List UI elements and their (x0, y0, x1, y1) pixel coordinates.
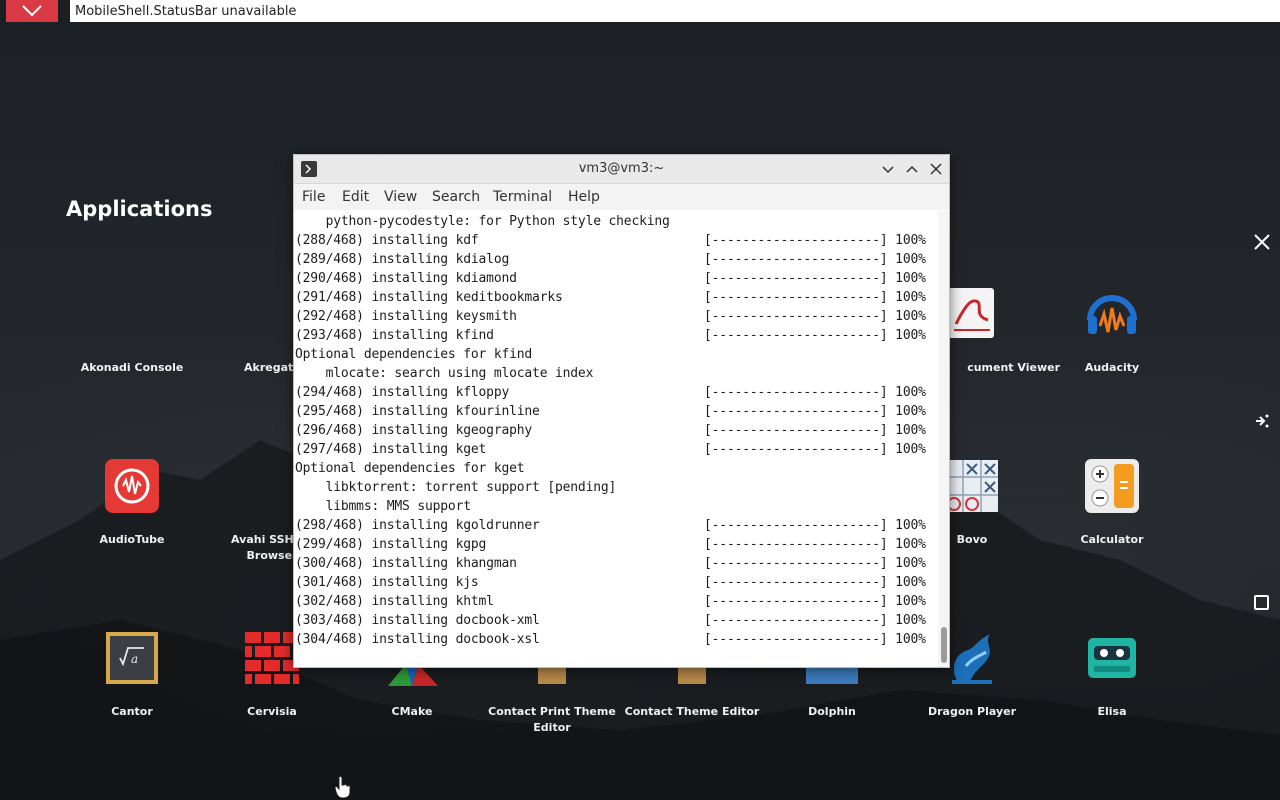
terminal-line: (301/468) installing kjs (295, 575, 479, 590)
menu-edit[interactable]: Edit (342, 184, 369, 210)
terminal-titlebar[interactable]: vm3@vm3:~ (294, 155, 949, 184)
progress-bar-text: [----------------------] 100% (704, 518, 926, 533)
minimize-icon[interactable] (880, 161, 896, 177)
progress-bar-text: [----------------------] 100% (704, 613, 926, 628)
menu-view[interactable]: View (384, 184, 417, 210)
progress-bar-text: [----------------------] 100% (704, 632, 926, 647)
dragon-player-icon (952, 634, 992, 684)
svg-text:a: a (131, 652, 138, 666)
terminal-line: libmms: MMS support (295, 499, 471, 514)
terminal-line: (294/468) installing kfloppy (295, 385, 510, 400)
progress-bar-text: [----------------------] 100% (704, 309, 926, 324)
overview-icon[interactable] (1253, 594, 1271, 612)
progress-bar-text: [----------------------] 100% (704, 423, 926, 438)
terminal-line: python-pycodestyle: for Python style che… (295, 214, 670, 229)
progress-bar-text: [----------------------] 100% (704, 271, 926, 286)
terminal-line: (296/468) installing kgeography (295, 423, 533, 438)
menu-help[interactable]: Help (568, 184, 600, 210)
terminal-line: libktorrent: torrent support [pending] (295, 480, 617, 495)
avahi-ssh-icon (244, 458, 300, 514)
elisa-icon (1088, 638, 1136, 678)
terminal-line: (288/468) installing kdf (295, 233, 479, 248)
terminal-line: (302/468) installing khtml (295, 594, 494, 609)
bovo-icon (946, 460, 998, 512)
terminal-line: (298/468) installing kgoldrunner (295, 518, 540, 533)
progress-bar-text: [----------------------] 100% (704, 252, 926, 267)
terminal-line: (289/468) installing kdialog (295, 252, 510, 267)
terminal-menubar: File Edit View Search Terminal Help (294, 184, 949, 210)
terminal-line: (293/468) installing kfind (295, 328, 494, 343)
chevron-down-icon (22, 5, 42, 17)
terminal-line: mlocate: search using mlocate index (295, 366, 594, 381)
akregator-icon (244, 286, 300, 342)
audiotube-icon (105, 459, 159, 513)
progress-bar-text: [----------------------] 100% (704, 290, 926, 305)
terminal-line: (291/468) installing keditbookmarks (295, 290, 563, 305)
terminal-output[interactable]: python-pycodestyle: for Python style che… (294, 211, 939, 667)
scrollbar-thumb[interactable] (941, 627, 947, 663)
terminal-line: Optional dependencies for kget (295, 461, 525, 476)
close-window-icon[interactable] (928, 161, 944, 177)
menu-search[interactable]: Search (432, 184, 480, 210)
hand-cursor-icon (334, 775, 351, 799)
menu-terminal[interactable]: Terminal (493, 184, 552, 210)
terminal-line: (292/468) installing keysmith (295, 309, 517, 324)
document-viewer-icon (948, 288, 994, 338)
progress-bar-text: [----------------------] 100% (704, 556, 926, 571)
terminal-line: (300/468) installing khangman (295, 556, 517, 571)
calculator-icon (1085, 459, 1139, 513)
terminal-line: Optional dependencies for kfind (295, 347, 533, 362)
shell-close-button[interactable] (6, 0, 58, 22)
menu-file[interactable]: File (302, 184, 325, 210)
terminal-line: (297/468) installing kget (295, 442, 487, 457)
akonadi-console-icon (104, 286, 160, 342)
terminal-window[interactable]: vm3@vm3:~ File Edit View Search Terminal… (293, 154, 950, 668)
progress-bar-text: [----------------------] 100% (704, 594, 926, 609)
terminal-line: (295/468) installing kfourinline (295, 404, 540, 419)
terminal-line: (299/468) installing kgpg (295, 537, 487, 552)
progress-bar-text: [----------------------] 100% (704, 442, 926, 457)
terminal-line: (304/468) installing docbook-xsl (295, 632, 540, 647)
launcher-title: Applications (66, 197, 213, 221)
terminal-line: (290/468) installing kdiamond (295, 271, 517, 286)
progress-bar-text: [----------------------] 100% (704, 233, 926, 248)
progress-bar-text: [----------------------] 100% (704, 537, 926, 552)
window-title: vm3@vm3:~ (578, 161, 665, 176)
status-bar-message: MobileShell.StatusBar unavailable (70, 0, 1280, 22)
cantor-icon: a (106, 632, 158, 684)
progress-bar-text: [----------------------] 100% (704, 404, 926, 419)
progress-bar-text: [----------------------] 100% (704, 385, 926, 400)
terminal-scrollbar[interactable] (938, 211, 949, 667)
progress-bar-text: [----------------------] 100% (704, 328, 926, 343)
terminal-line: (303/468) installing docbook-xml (295, 613, 540, 628)
progress-bar-text: [----------------------] 100% (704, 575, 926, 590)
cervisia-icon (245, 632, 299, 684)
close-icon[interactable] (1252, 232, 1272, 252)
maximize-icon[interactable] (904, 161, 920, 177)
rotate-icon[interactable] (1252, 411, 1272, 431)
audacity-icon (1087, 295, 1137, 334)
